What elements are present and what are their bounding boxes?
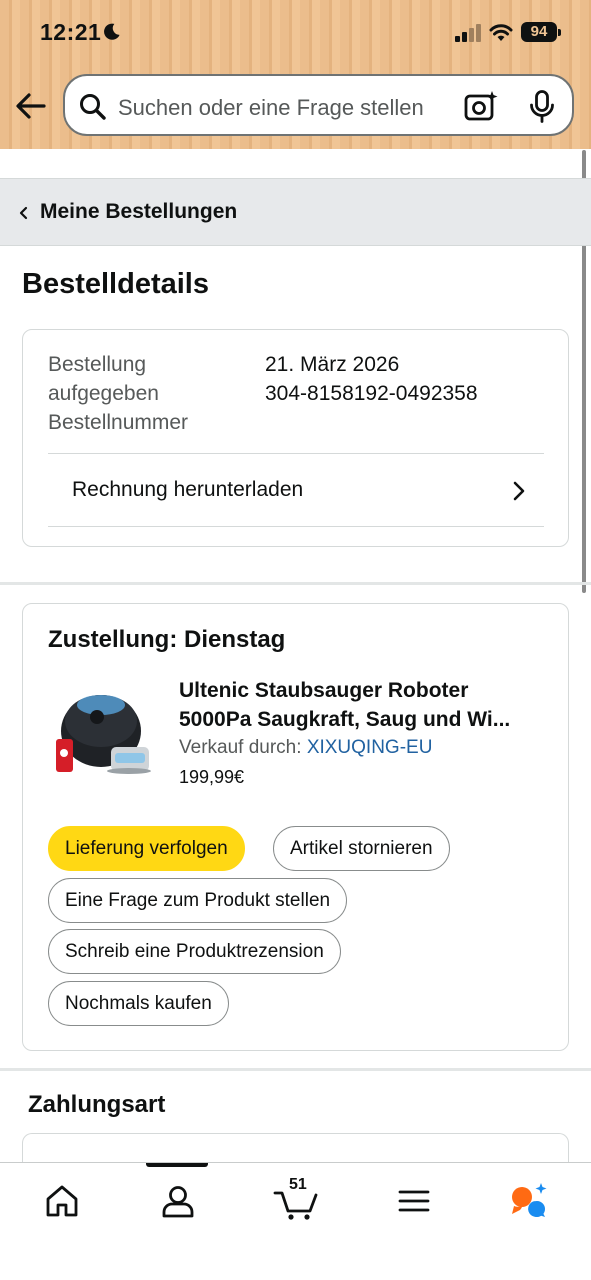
product-title-link[interactable]: Ultenic Staubsauger Roboter 5000Pa Saugk… [179, 676, 549, 734]
ask-question-button[interactable]: Eine Frage zum Produkt stellen [48, 878, 348, 923]
order-number: 304-8158192-0492358 [265, 382, 478, 405]
payment-title: Zahlungsart [28, 1091, 166, 1118]
breadcrumb[interactable]: Meine Bestellungen [0, 178, 591, 246]
breadcrumb-link[interactable]: Meine Bestellungen [40, 200, 237, 224]
cart-count-badge: 51 [289, 1176, 307, 1193]
track-delivery-button[interactable]: Lieferung verfolgen [48, 826, 245, 871]
chevron-right-icon [513, 481, 525, 501]
delivery-card: Zustellung: Dienstag Ultenic Staubsauger… [22, 603, 569, 1051]
order-placed-label: Bestellung aufgegeben [48, 353, 159, 405]
search-input[interactable]: Suchen oder eine Frage stellen [118, 95, 424, 121]
write-review-button[interactable]: Schreib eine Produktrezension [48, 929, 341, 974]
moon-icon [104, 23, 120, 40]
status-bar: 12:21 94 [0, 0, 591, 62]
order-placed-date: 21. März 2026 [265, 353, 400, 376]
home-icon[interactable] [42, 1181, 82, 1221]
product-title-line: Ultenic Staubsauger Roboter [179, 679, 469, 702]
divider [48, 453, 544, 454]
seller-prefix: Verkauf durch: [179, 737, 302, 758]
product-image[interactable] [53, 677, 153, 777]
cellular-signal-icon [455, 24, 481, 42]
product-title-line: 5000Pa Saugkraft, Saug und Wi... [179, 708, 511, 731]
wifi-icon [489, 24, 513, 41]
download-invoice-link[interactable]: Rechnung herunterladen [48, 456, 544, 526]
camera-search-icon[interactable] [464, 90, 498, 122]
search-bar[interactable]: Suchen oder eine Frage stellen [63, 74, 574, 136]
divider [48, 526, 544, 527]
account-icon[interactable] [158, 1181, 198, 1221]
section-divider [0, 1068, 591, 1071]
rufus-assistant-icon[interactable] [508, 1181, 548, 1221]
buy-again-button[interactable]: Nochmals kaufen [48, 981, 229, 1026]
battery-indicator: 94 [521, 22, 561, 42]
order-number-label: Bestellnummer [48, 411, 189, 434]
order-labels: Bestellung aufgegeben Bestellnummer [48, 350, 228, 437]
order-summary-card: Bestellung aufgegeben Bestellnummer 21. … [22, 329, 569, 547]
active-tab-indicator [146, 1163, 208, 1167]
delivery-title: Zustellung: Dienstag [48, 626, 286, 653]
order-values: 21. März 2026 304-8158192-0492358 [265, 350, 478, 408]
microphone-icon[interactable] [529, 90, 555, 123]
status-time: 12:21 [40, 19, 102, 45]
page-title: Bestelldetails [22, 268, 209, 300]
bottom-nav: 51 [0, 1162, 591, 1280]
product-price: 199,99€ [179, 767, 245, 787]
seller-info: Verkauf durch: XIXUQING-EU [179, 737, 432, 759]
chevron-left-icon [19, 206, 28, 220]
back-arrow-icon[interactable] [14, 90, 48, 122]
menu-icon[interactable] [394, 1181, 434, 1221]
cancel-item-button[interactable]: Artikel stornieren [273, 826, 450, 871]
seller-link[interactable]: XIXUQING-EU [307, 737, 433, 758]
app-header: 12:21 94 Suchen oder eine Frage stellen [0, 0, 591, 149]
download-invoice-label: Rechnung herunterladen [72, 478, 304, 501]
search-icon [80, 94, 106, 120]
section-divider [0, 582, 591, 585]
